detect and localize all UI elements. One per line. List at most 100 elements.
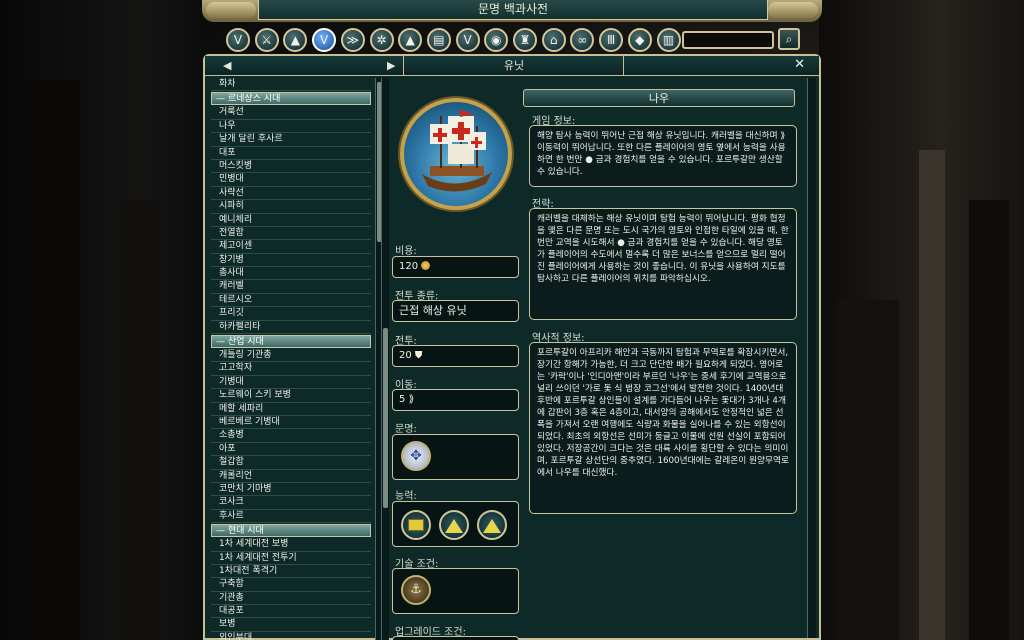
- strategy-box: 캐러벨을 대체하는 해상 유닛이며 탐험 능력이 뛰어납니다. 평화 협정을 맺…: [529, 208, 797, 320]
- unit-list-item[interactable]: 총사대: [211, 267, 371, 281]
- pyramid-icon[interactable]: ▲: [398, 28, 423, 52]
- era-header[interactable]: — 산업 시대: [211, 335, 371, 349]
- game-info-box: 해양 탐사 능력이 뛰어난 근접 해상 유닛입니다. 캐러벨을 대신하며 ⟫ 이…: [529, 125, 797, 187]
- movement-value: 5: [399, 394, 406, 405]
- unit-list-item[interactable]: 베르베르 기병대: [211, 416, 371, 430]
- background-right: [819, 0, 1024, 640]
- title-cap-left: [206, 2, 256, 18]
- unit-list-item[interactable]: 메할 세파리: [211, 403, 371, 416]
- unit-list-item[interactable]: 하카펠리타: [211, 321, 371, 335]
- gear-icon[interactable]: ✲: [369, 28, 394, 52]
- game-info-text: 해양 탐사 능력이 뛰어난 근접 해상 유닛입니다. 캐러벨을 대신하며 ⟫ 이…: [537, 131, 786, 177]
- unit-list-item[interactable]: 노르웨이 스키 보병: [211, 389, 371, 403]
- combat-type-value: 근접 해상 유닛: [399, 304, 467, 317]
- movement-icon: ⟫: [408, 394, 415, 405]
- close-icon[interactable]: ✕: [794, 57, 805, 72]
- search-input[interactable]: [682, 31, 774, 49]
- unit-list-item[interactable]: 제고이센: [211, 240, 371, 254]
- tech-field: ⚓: [392, 568, 519, 614]
- unit-list-item[interactable]: 나우: [211, 120, 371, 134]
- promotion-icon[interactable]: [439, 510, 469, 540]
- search-button[interactable]: ⌕: [778, 28, 800, 50]
- civilopedia-v-icon[interactable]: V: [312, 28, 337, 52]
- spear-icon[interactable]: ⚔: [254, 28, 279, 52]
- trade-ability-icon[interactable]: [401, 510, 431, 540]
- drop-icon[interactable]: ◆: [627, 28, 652, 52]
- portugal-emblem-icon[interactable]: ✥: [401, 441, 431, 471]
- upgrade-field: [392, 636, 519, 640]
- unit-list-item[interactable]: 외인부대: [211, 632, 371, 640]
- unit-list-item[interactable]: 예니체리: [211, 214, 371, 227]
- unit-list-item[interactable]: 민병대: [211, 173, 371, 187]
- unit-list: 화차 — 르네상스 시대 거룩선 나우 날개 달린 후사르 대포 머스킷병 민병대 사략선 시파히…: [211, 78, 371, 640]
- cost-field: 120: [392, 256, 519, 278]
- dome-icon[interactable]: ▲: [283, 28, 308, 52]
- unit-list-item[interactable]: 머스킷병: [211, 160, 371, 174]
- caravel-ship-icon: [422, 110, 492, 192]
- unit-list-item[interactable]: 거룩선: [211, 106, 371, 120]
- unit-list-item[interactable]: 창기병: [211, 254, 371, 268]
- bell-icon[interactable]: ♜: [513, 28, 537, 52]
- chevron-rank-icon[interactable]: ≫: [340, 28, 365, 52]
- navigation-bar: ◀ ▶ 유닛 ✕: [205, 56, 819, 76]
- strategy-text: 캐러벨을 대체하는 해상 유닛이며 탐험 능력이 뛰어납니다. 평화 협정을 맺…: [537, 214, 789, 284]
- unit-list-item[interactable]: 대포: [211, 147, 371, 160]
- unit-name-header: 나우: [523, 89, 795, 107]
- right-scrollbar[interactable]: [807, 78, 816, 638]
- unit-list-item[interactable]: 소총병: [211, 429, 371, 443]
- cost-label: 비용:: [395, 246, 417, 257]
- unit-list-item[interactable]: 대공포: [211, 605, 371, 619]
- unit-list-item[interactable]: 기병대: [211, 376, 371, 390]
- unit-list-item[interactable]: 1차 세계대전 전투기: [211, 552, 371, 565]
- handshake-icon[interactable]: ∞: [570, 28, 595, 52]
- unit-list-item[interactable]: 1차 세계대전 보병: [211, 538, 371, 552]
- cost-value: 120: [399, 261, 419, 272]
- unit-list-item[interactable]: 캐롤리언: [211, 470, 371, 483]
- navigation-tech-icon[interactable]: ⚓: [401, 575, 431, 605]
- unit-list-item[interactable]: 날개 달린 후사르: [211, 133, 371, 147]
- forward-arrow-icon[interactable]: ▶: [387, 59, 395, 72]
- unit-list-item[interactable]: 구축함: [211, 578, 371, 592]
- civilopedia-panel: ◀ ▶ 유닛 ✕ 화차 — 르네상스 시대 거룩선 나우 날개 달린 후사르 대포 머스킷병…: [203, 54, 821, 640]
- unit-list-item[interactable]: 사략선: [211, 187, 371, 201]
- center-scrollbar[interactable]: [381, 78, 389, 640]
- strength-value: 20: [399, 350, 412, 361]
- unit-list-item[interactable]: 코만치 기마병: [211, 483, 371, 497]
- combat-type-field: 근접 해상 유닛: [392, 300, 519, 322]
- shield-icon: ⛊: [414, 350, 423, 361]
- unit-list-item[interactable]: 개틀링 기관총: [211, 349, 371, 363]
- history-text: 포르투갈이 아프리카 해안과 극동까지 탐험과 무역로를 확장시키면서, 장기간…: [537, 348, 790, 478]
- unit-list-item[interactable]: 테르시오: [211, 294, 371, 308]
- columns-icon[interactable]: Ⅲ: [599, 28, 624, 52]
- unit-list-item[interactable]: 프리깃: [211, 307, 371, 321]
- book-icon[interactable]: ▤: [426, 28, 451, 52]
- unit-list-item[interactable]: 화차: [211, 78, 371, 92]
- unit-list-item[interactable]: 후사르: [211, 510, 371, 524]
- era-header[interactable]: — 르네상스 시대: [211, 92, 371, 106]
- unit-list-item[interactable]: 시파히: [211, 200, 371, 214]
- unit-list-item[interactable]: 1차대전 폭격기: [211, 565, 371, 579]
- unit-list-item[interactable]: 캐러벨: [211, 280, 371, 294]
- window-title: 문명 백과사전: [258, 0, 768, 20]
- strength-field: 20 ⛊: [392, 345, 519, 367]
- shield-v-icon[interactable]: V: [455, 28, 480, 52]
- title-bar: 문명 백과사전: [202, 0, 822, 22]
- abilities-field: [392, 501, 519, 547]
- era-header[interactable]: — 현대 시대: [211, 524, 371, 538]
- magnifier-icon: ⌕: [785, 32, 793, 46]
- temple-icon[interactable]: ⌂: [541, 28, 566, 52]
- back-arrow-icon[interactable]: ◀: [223, 59, 231, 72]
- unit-list-item[interactable]: 철갑함: [211, 456, 371, 470]
- globe-icon[interactable]: ◉: [484, 28, 509, 52]
- unit-list-item[interactable]: 코사크: [211, 496, 371, 510]
- promotion-icon-2[interactable]: [477, 510, 507, 540]
- unit-list-item[interactable]: 고고학자: [211, 362, 371, 376]
- unit-list-item[interactable]: 전열함: [211, 227, 371, 241]
- unit-list-item[interactable]: 보병: [211, 618, 371, 632]
- scroll-icon[interactable]: ▥: [656, 28, 681, 52]
- unit-list-item[interactable]: 기관총: [211, 592, 371, 606]
- v-emblem-icon[interactable]: V: [226, 28, 250, 52]
- unit-list-item[interactable]: 아포: [211, 443, 371, 457]
- production-icon: [421, 261, 431, 270]
- civ-label: 문명:: [395, 424, 417, 435]
